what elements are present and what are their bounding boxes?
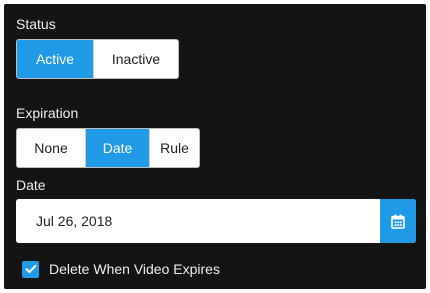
- status-label: Status: [16, 16, 56, 32]
- expiration-label: Expiration: [16, 105, 79, 121]
- date-field: [16, 199, 416, 243]
- delete-when-expires-checkbox[interactable]: [22, 260, 39, 278]
- calendar-icon: [391, 214, 405, 229]
- settings-panel: Status Active Inactive Expiration None D…: [4, 4, 426, 289]
- checkmark-icon: [25, 264, 36, 273]
- expiration-segmented-control: None Date Rule: [16, 128, 200, 168]
- expiration-rule-button[interactable]: Rule: [149, 129, 199, 167]
- expiration-date-button[interactable]: Date: [85, 129, 149, 167]
- status-inactive-button[interactable]: Inactive: [93, 40, 178, 78]
- date-input[interactable]: [16, 199, 380, 243]
- status-active-button[interactable]: Active: [17, 40, 93, 78]
- calendar-button[interactable]: [380, 199, 416, 243]
- date-label: Date: [16, 177, 46, 193]
- delete-when-expires-row: Delete When Video Expires: [22, 259, 220, 279]
- delete-when-expires-label: Delete When Video Expires: [49, 261, 220, 277]
- status-segmented-control: Active Inactive: [16, 39, 179, 79]
- expiration-none-button[interactable]: None: [17, 129, 85, 167]
